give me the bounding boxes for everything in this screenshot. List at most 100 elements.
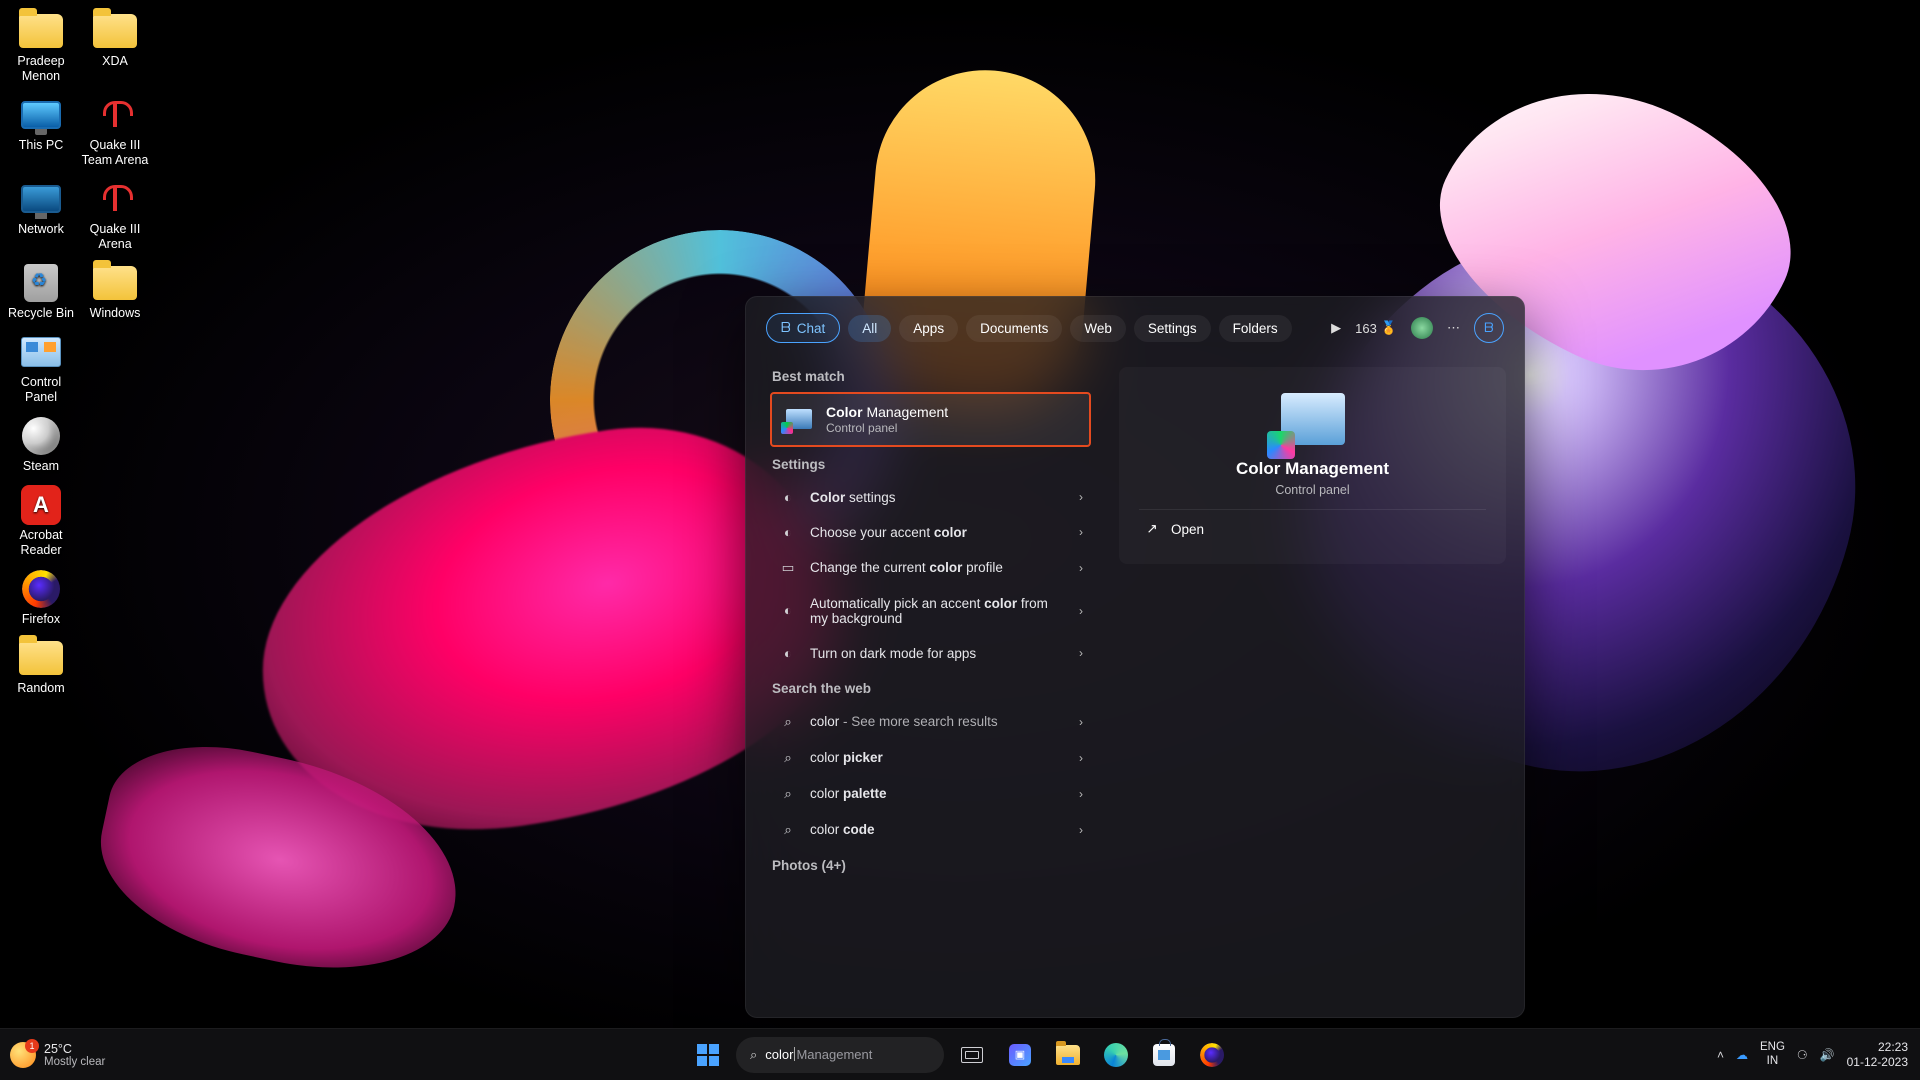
ellipsis-icon[interactable]: ⋯ bbox=[1447, 320, 1460, 336]
chevron-right-icon: › bbox=[1079, 561, 1083, 575]
tab-apps[interactable]: Apps bbox=[899, 315, 958, 342]
preview-card: Color Management Control panel ↗ Open bbox=[1119, 367, 1506, 564]
tab-all[interactable]: All bbox=[848, 315, 891, 342]
web-row-color-palette[interactable]: ⌕ color palette › bbox=[770, 776, 1091, 812]
acrobat-icon: A bbox=[21, 485, 61, 525]
volume-icon[interactable]: 🔊 bbox=[1820, 1048, 1835, 1062]
search-icon: ⌕ bbox=[778, 750, 798, 766]
desktop-icon-random[interactable]: Random bbox=[4, 635, 78, 704]
chevron-right-icon: › bbox=[1079, 715, 1083, 729]
taskbar-search[interactable]: ⌕ colorManagement bbox=[736, 1037, 944, 1073]
user-avatar[interactable] bbox=[1411, 317, 1433, 339]
icon-label: Quake III Arena bbox=[90, 222, 141, 251]
store-button[interactable] bbox=[1144, 1035, 1184, 1075]
preview-subtitle: Control panel bbox=[1139, 483, 1486, 497]
row-label: Choose your accent color bbox=[810, 525, 1067, 540]
settings-row-auto-accent[interactable]: ◐ Automatically pick an accent color fro… bbox=[770, 586, 1091, 636]
web-row-color[interactable]: ⌕ color - See more search results › bbox=[770, 704, 1091, 740]
edge-icon bbox=[1104, 1043, 1128, 1067]
steam-icon bbox=[22, 417, 60, 455]
rewards-points[interactable]: 163🏅 bbox=[1355, 320, 1397, 336]
tab-documents[interactable]: Documents bbox=[966, 315, 1062, 342]
tab-chat[interactable]: ᗷ Chat bbox=[766, 313, 840, 343]
more-tabs-icon[interactable]: ▶ bbox=[1331, 320, 1341, 336]
desktop-icon-firefox[interactable]: Firefox bbox=[4, 566, 78, 635]
icon-label: Random bbox=[17, 681, 64, 695]
file-explorer-icon bbox=[1056, 1045, 1080, 1065]
desktop-icons: Pradeep Menon XDA This PC Quake III Team… bbox=[4, 8, 154, 908]
settings-row-color-profile[interactable]: ▭ Change the current color profile › bbox=[770, 550, 1091, 586]
onedrive-icon[interactable]: ☁ bbox=[1736, 1048, 1748, 1062]
start-button[interactable] bbox=[688, 1035, 728, 1075]
desktop-icon-acrobat[interactable]: AAcrobat Reader bbox=[4, 482, 78, 566]
search-text: colorManagement bbox=[765, 1047, 872, 1062]
firefox-icon bbox=[22, 570, 60, 608]
settings-row-accent-color[interactable]: ◐ Choose your accent color › bbox=[770, 515, 1091, 550]
bing-chat-icon: ᗷ bbox=[781, 320, 791, 336]
firefox-button[interactable] bbox=[1192, 1035, 1232, 1075]
chevron-right-icon: › bbox=[1079, 525, 1083, 539]
settings-row-color-settings[interactable]: ◐ Color settings › bbox=[770, 480, 1091, 515]
row-label: color palette bbox=[810, 786, 1067, 801]
control-panel-icon bbox=[21, 337, 61, 367]
desktop-icon-recycle[interactable]: Recycle Bin bbox=[4, 260, 78, 329]
settings-row-dark-mode[interactable]: ◐ Turn on dark mode for apps › bbox=[770, 636, 1091, 671]
taskbar-center: ⌕ colorManagement ▣ bbox=[688, 1035, 1232, 1075]
color-management-icon bbox=[1281, 393, 1345, 445]
desktop-icon-quake3a[interactable]: Quake III Arena bbox=[78, 176, 152, 260]
bing-button[interactable]: ᗷ bbox=[1474, 313, 1504, 343]
start-search-panel: ᗷ Chat All Apps Documents Web Settings Fo… bbox=[745, 296, 1525, 1018]
tab-settings[interactable]: Settings bbox=[1134, 315, 1211, 342]
weather-desc: Mostly clear bbox=[44, 1056, 105, 1068]
desktop-icon-quake3ta[interactable]: Quake III Team Arena bbox=[78, 92, 152, 176]
desktop-icon-windows[interactable]: Windows bbox=[78, 260, 152, 329]
edge-button[interactable] bbox=[1096, 1035, 1136, 1075]
weather-widget[interactable]: 25°C Mostly clear bbox=[0, 1042, 105, 1068]
desktop-icon-controlpanel[interactable]: Control Panel bbox=[4, 329, 78, 413]
search-icon: ⌕ bbox=[778, 822, 798, 838]
icon-label: Quake III Team Arena bbox=[82, 138, 149, 167]
quake-icon bbox=[97, 97, 133, 133]
wifi-icon[interactable]: ⚆ bbox=[1797, 1048, 1808, 1062]
section-photos[interactable]: Photos (4+) bbox=[772, 858, 1091, 873]
windows-logo-icon bbox=[697, 1044, 719, 1066]
desktop-icon-thispc[interactable]: This PC bbox=[4, 92, 78, 176]
chat-button[interactable]: ▣ bbox=[1000, 1035, 1040, 1075]
bing-icon: ᗷ bbox=[1484, 320, 1493, 336]
store-icon bbox=[1153, 1044, 1175, 1066]
recycle-bin-icon bbox=[24, 264, 58, 302]
chat-icon: ▣ bbox=[1009, 1044, 1031, 1066]
desktop-icon-network[interactable]: Network bbox=[4, 176, 78, 260]
pc-icon bbox=[21, 101, 61, 129]
language-indicator[interactable]: ENGIN bbox=[1760, 1041, 1785, 1067]
task-view-button[interactable] bbox=[952, 1035, 992, 1075]
best-match-color-management[interactable]: Color Management Control panel bbox=[770, 392, 1091, 447]
web-row-color-code[interactable]: ⌕ color code › bbox=[770, 812, 1091, 848]
color-management-icon bbox=[786, 409, 812, 429]
icon-label: Network bbox=[18, 222, 64, 236]
file-explorer-button[interactable] bbox=[1048, 1035, 1088, 1075]
web-row-color-picker[interactable]: ⌕ color picker › bbox=[770, 740, 1091, 776]
chevron-right-icon: › bbox=[1079, 751, 1083, 765]
clock[interactable]: 22:2301-12-2023 bbox=[1847, 1040, 1908, 1069]
desktop-icon-pradeep[interactable]: Pradeep Menon bbox=[4, 8, 78, 92]
desktop-icon-xda[interactable]: XDA bbox=[78, 8, 152, 92]
tab-folders[interactable]: Folders bbox=[1219, 315, 1292, 342]
chevron-right-icon: › bbox=[1079, 490, 1083, 504]
preview-open-action[interactable]: ↗ Open bbox=[1139, 509, 1486, 548]
chevron-right-icon: › bbox=[1079, 823, 1083, 837]
section-settings: Settings bbox=[772, 457, 1091, 472]
icon-label: Pradeep Menon bbox=[17, 54, 64, 83]
lang-top: ENG bbox=[1760, 1041, 1785, 1054]
section-best-match: Best match bbox=[772, 369, 1091, 384]
trophy-icon: 🏅 bbox=[1381, 320, 1397, 336]
tab-web[interactable]: Web bbox=[1070, 315, 1126, 342]
tray-overflow-icon[interactable]: ˄ bbox=[1717, 1048, 1724, 1062]
search-icon: ⌕ bbox=[750, 1047, 757, 1063]
tab-label: Chat bbox=[797, 321, 826, 336]
desktop-icon-steam[interactable]: Steam bbox=[4, 413, 78, 482]
row-label: Change the current color profile bbox=[810, 560, 1067, 575]
row-label: Color settings bbox=[810, 490, 1067, 505]
quake-icon bbox=[97, 181, 133, 217]
personalization-icon: ◐ bbox=[778, 646, 798, 661]
